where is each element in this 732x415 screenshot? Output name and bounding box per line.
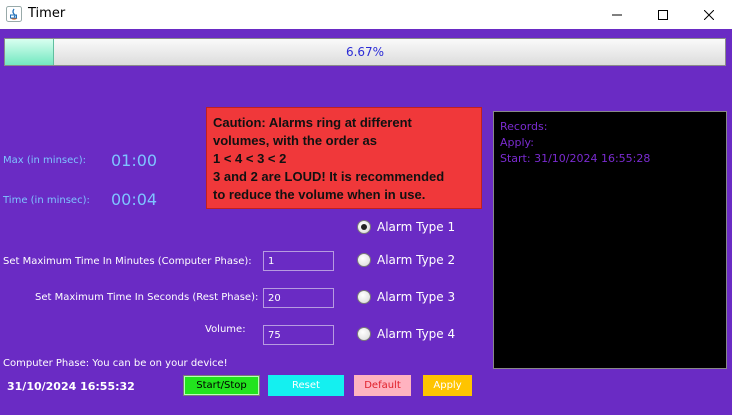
start-stop-button[interactable]: Start/Stop	[183, 375, 260, 396]
caution-line: 1 < 4 < 3 < 2	[213, 151, 287, 166]
java-app-icon	[6, 6, 22, 22]
max-time-value: 01:00	[111, 151, 158, 170]
progress-text: 6.67%	[345, 45, 385, 59]
computer-max-input[interactable]	[263, 251, 334, 271]
radio-unselected-icon[interactable]	[357, 253, 371, 267]
apply-button[interactable]: Apply	[423, 375, 472, 396]
maximize-button[interactable]	[640, 0, 686, 29]
caution-line: to reduce the volume when in use.	[213, 187, 426, 202]
alarm-type-1-radio[interactable]: Alarm Type 1	[357, 218, 455, 236]
caution-box: Caution: Alarms ring at different volume…	[206, 107, 482, 209]
minimize-icon	[612, 14, 622, 15]
time-label: Time (in minsec):	[3, 195, 90, 206]
rest-max-label: Set Maximum Time In Seconds (Rest Phase)…	[35, 292, 259, 303]
radio-unselected-icon[interactable]	[357, 327, 371, 341]
records-start-line: Start: 31/10/2024 16:55:28	[500, 152, 651, 165]
caution-line: Caution: Alarms ring at different	[213, 115, 412, 130]
current-datetime: 31/10/2024 16:55:32	[7, 380, 135, 393]
max-time-label: Max (in minsec):	[3, 155, 87, 166]
alarm-type-3-radio[interactable]: Alarm Type 3	[357, 288, 455, 306]
alarm-type-2-radio[interactable]: Alarm Type 2	[357, 251, 455, 269]
window-title: Timer	[28, 6, 66, 21]
close-icon	[704, 9, 714, 20]
volume-input[interactable]	[263, 325, 334, 345]
volume-label: Volume:	[205, 324, 246, 335]
rest-max-input[interactable]	[263, 288, 334, 308]
alarm-type-label: Alarm Type 4	[377, 327, 456, 341]
default-button[interactable]: Default	[354, 375, 411, 396]
alarm-type-4-radio[interactable]: Alarm Type 4	[357, 325, 455, 343]
records-apply-line: Apply:	[500, 136, 534, 149]
phase-status-text: Computer Phase: You can be on your devic…	[3, 358, 228, 369]
computer-max-label: Set Maximum Time In Minutes (Computer Ph…	[3, 256, 252, 267]
alarm-type-label: Alarm Type 2	[377, 253, 456, 267]
records-heading: Records:	[500, 120, 548, 133]
maximize-icon	[658, 9, 668, 20]
time-value: 00:04	[111, 190, 158, 209]
reset-button[interactable]: Reset	[268, 375, 344, 396]
alarm-type-label: Alarm Type 3	[377, 290, 456, 304]
close-button[interactable]	[686, 0, 732, 29]
records-panel[interactable]: Records: Apply: Start: 31/10/2024 16:55:…	[493, 111, 727, 369]
timer-progress-bar: 6.67%	[4, 38, 726, 66]
radio-unselected-icon[interactable]	[357, 290, 371, 304]
caution-line: 3 and 2 are LOUD! It is recommended	[213, 169, 445, 184]
radio-selected-icon[interactable]	[357, 220, 371, 234]
title-bar[interactable]: Timer	[0, 0, 732, 29]
caution-line: volumes, with the order as	[213, 133, 377, 148]
alarm-type-label: Alarm Type 1	[377, 220, 456, 234]
minimize-button[interactable]	[594, 0, 640, 29]
